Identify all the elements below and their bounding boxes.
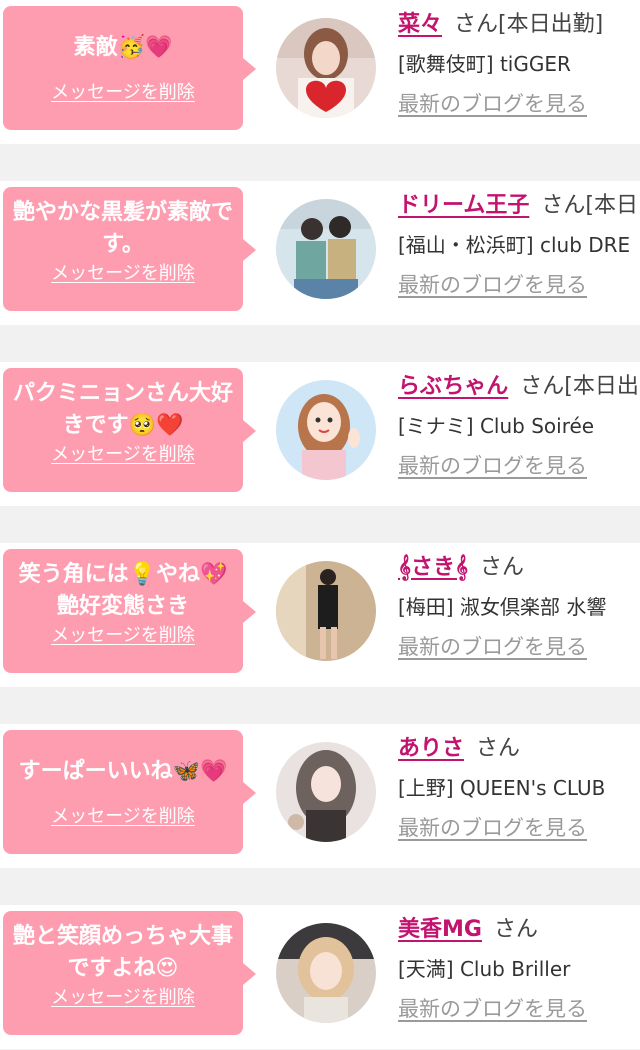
delete-message-link[interactable]: メッセージを削除: [3, 802, 243, 828]
avatar[interactable]: [276, 742, 376, 842]
work-status: [本日出: [564, 374, 639, 399]
message-bubble: パクミニョンさん大好きです🥺❤️ メッセージを削除: [3, 368, 256, 492]
latest-blog-link[interactable]: 最新のブログを見る: [398, 808, 640, 848]
cast-name-link[interactable]: 美香MG: [398, 917, 482, 942]
work-status: [本日: [585, 193, 638, 218]
cast-info: らぶちゃん さん[本日出 [ミナミ] Club Soirée 最新のブログを見る: [398, 368, 640, 486]
avatar[interactable]: [276, 18, 376, 118]
message-card: すーぱーいいね🦋💗 メッセージを削除 ありさ さん [上野] QUEEN's CL…: [0, 724, 640, 868]
shop-name: [福山・松浜町] club DRE: [398, 233, 631, 257]
message-card: 笑う角には💡やね💖艶好変態さき メッセージを削除 𝄞さき𝄞 さん [梅田] 淑女倶…: [0, 543, 640, 687]
avatar[interactable]: [276, 199, 376, 299]
avatar[interactable]: [276, 380, 376, 480]
avatar[interactable]: [276, 923, 376, 1023]
latest-blog-link[interactable]: 最新のブログを見る: [398, 989, 640, 1029]
honorific: さん: [520, 374, 565, 399]
delete-message-link[interactable]: メッセージを削除: [3, 983, 243, 1009]
message-bubble: 素敵🥳💗 メッセージを削除: [3, 6, 256, 130]
message-card: 艶と笑顔めっちゃ大事ですよね😍 メッセージを削除 美香MG さん [天満] Clu…: [0, 905, 640, 1049]
latest-blog-link[interactable]: 最新のブログを見る: [398, 446, 640, 486]
shop-name: [上野] QUEEN's CLUB: [398, 776, 606, 800]
message-bubble: すーぱーいいね🦋💗 メッセージを削除: [3, 730, 256, 854]
message-bubble: 艶と笑顔めっちゃ大事ですよね😍 メッセージを削除: [3, 911, 256, 1035]
honorific: さん: [493, 917, 538, 942]
honorific: さん: [480, 555, 525, 580]
message-text: 笑う角には💡やね💖艶好変態さき: [18, 562, 228, 619]
message-text: 素敵🥳💗: [73, 35, 173, 60]
delete-message-link[interactable]: メッセージを削除: [3, 621, 243, 647]
cast-info: 美香MG さん [天満] Club Briller 最新のブログを見る: [398, 911, 640, 1029]
message-text: 艶やかな黒髪が素敵です。: [12, 200, 233, 257]
work-status: [本日出勤]: [498, 12, 604, 37]
message-list: 素敵🥳💗 メッセージを削除 菜々 さん[本日出勤] [歌舞伎町] tiGGER 最…: [0, 0, 640, 1050]
cast-info: 𝄞さき𝄞 さん [梅田] 淑女倶楽部 水響 最新のブログを見る: [398, 549, 640, 667]
message-text: 艶と笑顔めっちゃ大事ですよね😍: [12, 924, 233, 981]
shop-name: [歌舞伎町] tiGGER: [398, 52, 571, 76]
honorific: さん: [476, 736, 521, 761]
message-card: パクミニョンさん大好きです🥺❤️ メッセージを削除 らぶちゃん さん[本日出 [ミ…: [0, 362, 640, 506]
shop-name: [ミナミ] Club Soirée: [398, 414, 595, 438]
message-text: すーぱーいいね🦋💗: [18, 759, 228, 784]
latest-blog-link[interactable]: 最新のブログを見る: [398, 84, 640, 124]
delete-message-link[interactable]: メッセージを削除: [3, 440, 243, 466]
honorific: さん: [541, 193, 586, 218]
latest-blog-link[interactable]: 最新のブログを見る: [398, 627, 640, 667]
shop-name: [梅田] 淑女倶楽部 水響: [398, 595, 607, 619]
avatar[interactable]: [276, 561, 376, 661]
message-card: 艶やかな黒髪が素敵です。 メッセージを削除 ドリーム王子 さん[本日 [福山・松浜…: [0, 181, 640, 325]
latest-blog-link[interactable]: 最新のブログを見る: [398, 265, 640, 305]
honorific: さん: [454, 12, 499, 37]
shop-name: [天満] Club Briller: [398, 957, 571, 981]
cast-name-link[interactable]: 𝄞さき𝄞: [398, 555, 468, 580]
message-bubble: 艶やかな黒髪が素敵です。 メッセージを削除: [3, 187, 256, 311]
cast-name-link[interactable]: 菜々: [398, 12, 442, 37]
message-text: パクミニョンさん大好きです🥺❤️: [12, 381, 233, 438]
cast-name-link[interactable]: ドリーム王子: [398, 193, 529, 218]
message-card: 素敵🥳💗 メッセージを削除 菜々 さん[本日出勤] [歌舞伎町] tiGGER 最…: [0, 0, 640, 144]
message-bubble: 笑う角には💡やね💖艶好変態さき メッセージを削除: [3, 549, 256, 673]
delete-message-link[interactable]: メッセージを削除: [3, 78, 243, 104]
cast-info: ドリーム王子 さん[本日 [福山・松浜町] club DRE 最新のブログを見る: [398, 187, 640, 305]
cast-name-link[interactable]: ありさ: [398, 736, 464, 761]
cast-info: 菜々 さん[本日出勤] [歌舞伎町] tiGGER 最新のブログを見る: [398, 6, 640, 124]
cast-info: ありさ さん [上野] QUEEN's CLUB 最新のブログを見る: [398, 730, 640, 848]
cast-name-link[interactable]: らぶちゃん: [398, 374, 508, 399]
delete-message-link[interactable]: メッセージを削除: [3, 259, 243, 285]
